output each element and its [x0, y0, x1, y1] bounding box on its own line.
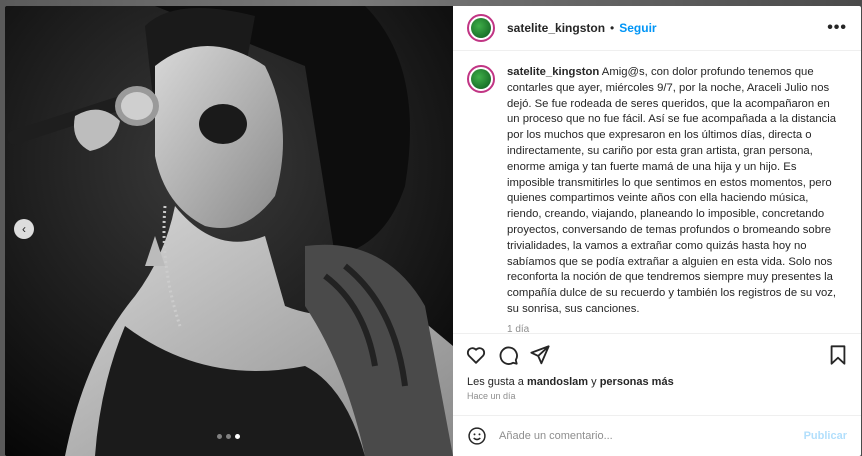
carousel-dots: [217, 434, 240, 439]
carousel-dot: [217, 434, 222, 439]
likes-others-link[interactable]: personas más: [600, 376, 674, 388]
caption-timestamp[interactable]: 1 día: [507, 324, 843, 333]
action-bar: [453, 333, 861, 376]
carousel-dot-active: [235, 434, 240, 439]
follow-button[interactable]: Seguir: [619, 21, 656, 35]
avatar[interactable]: [467, 14, 495, 42]
post-header: satelite_kingston • Seguir •••: [453, 6, 861, 51]
likes-prefix: Les gusta a: [467, 376, 527, 388]
chevron-left-icon: ‹: [22, 222, 26, 236]
singer-photo-illustration: [5, 6, 453, 456]
heart-icon[interactable]: [465, 344, 487, 366]
likes-user-link[interactable]: mandoslam: [527, 376, 588, 388]
caption-body: satelite_kingston Amig@s, con dolor prof…: [507, 65, 843, 333]
emoji-icon[interactable]: [467, 426, 487, 446]
caption-area: satelite_kingston Amig@s, con dolor prof…: [453, 51, 861, 333]
bookmark-icon[interactable]: [827, 344, 849, 366]
comment-icon[interactable]: [497, 344, 519, 366]
publish-button[interactable]: Publicar: [804, 430, 847, 442]
more-options-icon[interactable]: •••: [827, 19, 847, 37]
header-username[interactable]: satelite_kingston: [507, 21, 605, 35]
caption-avatar[interactable]: [467, 65, 495, 93]
carousel-prev-button[interactable]: ‹: [14, 219, 34, 239]
caption-username[interactable]: satelite_kingston: [507, 66, 599, 78]
avatar-image: [471, 69, 491, 89]
header-separator: •: [610, 21, 615, 35]
post-photo: ‹: [5, 6, 453, 456]
post-side-panel: satelite_kingston • Seguir ••• satelite_…: [453, 6, 861, 456]
caption-text-block: satelite_kingston Amig@s, con dolor prof…: [507, 65, 843, 318]
likes-summary: Les gusta a mandoslam y personas más: [453, 376, 861, 388]
avatar-image: [471, 18, 491, 38]
likes-join: y: [588, 376, 600, 388]
posted-time: Hace un día: [467, 391, 516, 401]
post-modal: ‹ satelite_kingston • Seguir ••• satelit…: [5, 6, 861, 456]
caption-text: Amig@s, con dolor profundo tenemos que c…: [507, 66, 837, 315]
comment-bar: Publicar: [453, 415, 861, 456]
carousel-dot: [226, 434, 231, 439]
share-icon[interactable]: [529, 344, 551, 366]
comment-input[interactable]: [497, 429, 804, 443]
